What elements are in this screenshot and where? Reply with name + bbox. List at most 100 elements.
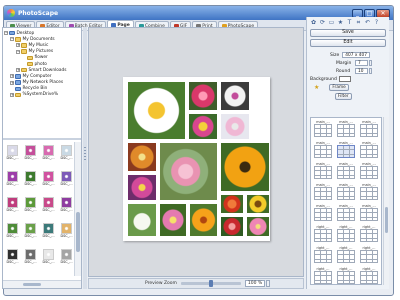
photo-orange-daisy[interactable] — [190, 204, 217, 236]
thumbnail-item[interactable]: DSC_... — [40, 223, 57, 238]
star-icon[interactable]: ★ — [337, 19, 344, 26]
frame-button[interactable]: Frame — [329, 84, 349, 91]
layout-template[interactable]: main_... — [313, 120, 333, 137]
thumbnail-scrollbar[interactable] — [74, 142, 81, 276]
background-color-swatch[interactable] — [338, 76, 351, 82]
size-field[interactable]: 407 x 407 — [342, 52, 370, 58]
layout-template[interactable]: main_... — [313, 162, 333, 179]
layout-template[interactable]: main_... — [336, 204, 356, 221]
thumbnail-item[interactable]: DSC_... — [22, 145, 39, 160]
edit-button[interactable]: Edit — [310, 39, 386, 47]
expand-toggle-icon[interactable]: − — [10, 37, 14, 42]
thumbnail-item[interactable]: DSC_... — [22, 223, 39, 238]
layout-template[interactable]: main_... — [336, 183, 356, 200]
photo-yellow-center[interactable] — [189, 114, 217, 139]
layout-template[interactable]: main_... — [313, 183, 333, 200]
expand-toggle-icon[interactable]: − — [16, 49, 20, 54]
thumbnail-item[interactable]: DSC_... — [58, 171, 75, 186]
h-scroll-thumb[interactable] — [23, 283, 41, 286]
layout-template[interactable]: main_... — [359, 120, 379, 137]
photo-orange-swirl[interactable] — [128, 143, 156, 171]
zoom-slider-handle[interactable] — [208, 280, 213, 287]
layout-template[interactable]: main_... — [359, 141, 379, 158]
frame-star-icon[interactable]: ★ — [314, 84, 319, 91]
photo-yellow-daisy[interactable] — [247, 195, 269, 213]
thumbnail-item[interactable]: DSC_... — [40, 171, 57, 186]
round-field[interactable]: 10 — [355, 68, 368, 74]
layout-template[interactable]: main_... — [336, 162, 356, 179]
save-button[interactable]: Save — [310, 29, 386, 37]
expand-toggle-icon[interactable]: + — [10, 80, 14, 85]
zoom-slider[interactable] — [180, 280, 241, 287]
thumbnail-item[interactable]: DSC_... — [22, 249, 39, 264]
layout-template[interactable]: main_... — [359, 204, 379, 221]
expand-toggle-icon[interactable]: + — [16, 68, 20, 73]
thumbnail-item[interactable]: DSC_... — [4, 249, 21, 264]
expand-toggle-icon[interactable]: − — [4, 31, 8, 36]
layout-template[interactable]: main_... — [336, 120, 356, 137]
layout-template[interactable]: right_... — [359, 246, 379, 263]
frame-icon[interactable]: ▭ — [328, 19, 335, 26]
layout-template[interactable]: right_... — [336, 246, 356, 263]
round-spinner[interactable] — [369, 68, 372, 74]
expand-toggle-icon[interactable]: + — [10, 92, 14, 97]
scroll-thumb[interactable] — [76, 212, 80, 252]
margin-field[interactable]: 7 — [355, 60, 368, 66]
photo-pink-rose[interactable] — [189, 82, 217, 110]
thumbnail-item[interactable]: DSC_... — [40, 145, 57, 160]
layout-template[interactable]: main_... — [313, 204, 333, 221]
thumbnail-item[interactable]: DSC_... — [4, 145, 21, 160]
rotate-icon[interactable]: ⟳ — [319, 19, 326, 26]
template-scrollbar[interactable] — [383, 117, 389, 285]
photo-red-small[interactable] — [221, 217, 243, 236]
stamp-icon[interactable]: ✿ — [310, 19, 317, 26]
thumbnail-item[interactable]: DSC_... — [58, 197, 75, 212]
template-scroll-thumb[interactable] — [385, 207, 388, 233]
photo-pink-cosmos[interactable] — [247, 217, 269, 236]
thumbnail-item[interactable]: DSC_... — [4, 197, 21, 212]
collage-preview[interactable] — [123, 77, 270, 241]
layout-template[interactable]: main_... — [313, 141, 333, 158]
photo-daisy[interactable] — [128, 82, 185, 139]
layout-template[interactable]: right_... — [336, 267, 356, 284]
photo-orange-gerbera[interactable] — [221, 143, 269, 191]
margin-spinner[interactable] — [369, 60, 372, 66]
zoom-value[interactable]: 100 % — [244, 280, 266, 287]
thumbnail-item[interactable]: DSC_... — [58, 145, 75, 160]
layout-template[interactable]: main_... — [359, 183, 379, 200]
layout-template[interactable]: right_... — [359, 267, 379, 284]
filter-button[interactable]: Filter — [335, 93, 352, 100]
undo-icon[interactable]: ↶ — [364, 19, 371, 26]
layout-template[interactable]: main_... — [359, 162, 379, 179]
zoom-spinner[interactable] — [266, 280, 271, 287]
photo-pink-bloom[interactable] — [160, 204, 186, 236]
thumbnail-item[interactable]: DSC_... — [22, 197, 39, 212]
layout-template[interactable]: right_... — [313, 246, 333, 263]
thumbnail-item[interactable]: DSC_... — [58, 249, 75, 264]
layout-template[interactable]: right_... — [359, 225, 379, 242]
photo-white-flower[interactable] — [221, 82, 249, 110]
thumbnail-item[interactable]: DSC_... — [4, 171, 21, 186]
layout-template[interactable]: right_... — [313, 225, 333, 242]
layout-template[interactable]: right_... — [336, 225, 356, 242]
thumbnail-item[interactable]: DSC_... — [22, 171, 39, 186]
help-icon[interactable]: ? — [373, 19, 380, 26]
expand-toggle-icon[interactable]: + — [10, 74, 14, 79]
photo-purple-pink[interactable] — [128, 175, 156, 200]
thumbnail-h-scrollbar[interactable] — [3, 280, 81, 288]
layout-template[interactable]: main_... — [336, 141, 356, 158]
crop-icon[interactable]: ⌗ — [355, 19, 362, 26]
photo-pink-blossom[interactable] — [160, 143, 217, 200]
expand-toggle-icon[interactable]: + — [16, 43, 20, 48]
thumbnail-item[interactable]: DSC_... — [40, 249, 57, 264]
layout-template[interactable]: right_... — [313, 267, 333, 284]
photo-red-rose[interactable] — [221, 195, 243, 213]
thumbnail-item[interactable]: DSC_... — [4, 223, 21, 238]
text-icon[interactable]: T — [346, 19, 353, 26]
tree-item[interactable]: + %SystemDrive% — [4, 92, 80, 98]
thumbnail-item[interactable]: DSC_... — [58, 223, 75, 238]
panel-splitter[interactable] — [83, 27, 87, 289]
photo-small-pink[interactable] — [221, 114, 249, 139]
thumbnail-item[interactable]: DSC_... — [40, 197, 57, 212]
photo-white-heart[interactable] — [128, 204, 156, 236]
